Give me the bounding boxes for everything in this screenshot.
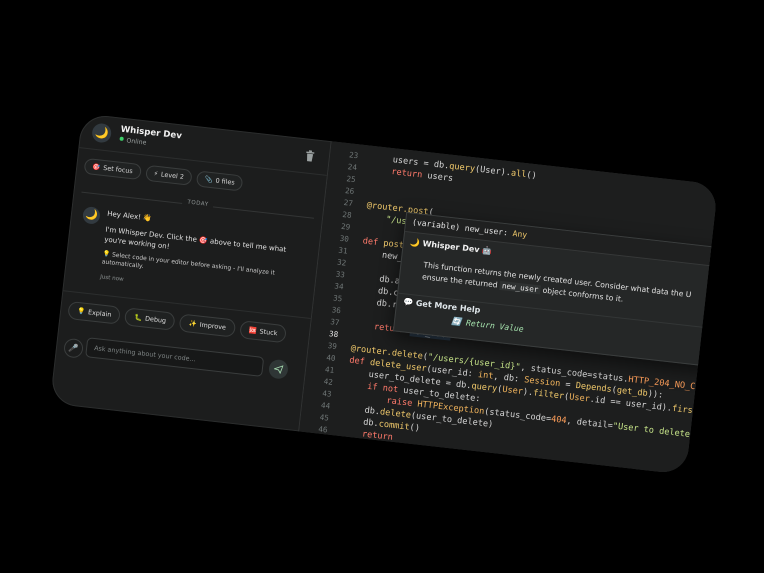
line-number: 41 — [324, 364, 335, 375]
line-number: 48 — [315, 448, 326, 459]
app-window: 🌙 Whisper Dev Online 🎯 Set focus ⚡ Level 2… — [49, 113, 719, 475]
send-icon — [273, 365, 284, 375]
line-number: 23 — [348, 150, 359, 161]
line-number: 26 — [344, 186, 355, 197]
line-number: 43 — [321, 388, 332, 399]
action-label: Improve — [199, 320, 227, 332]
line-number: 34 — [333, 281, 345, 292]
line-number: 33 — [335, 269, 346, 280]
line-number: 32 — [336, 257, 347, 268]
line-number: 44 — [320, 400, 331, 411]
code-editor[interactable]: 23 24 25 26 27 28 29 30 31 32 33 34 35 36 37 38 39 40 41 42… — [299, 141, 719, 475]
bug-icon: 🐛 — [133, 313, 143, 323]
sos-icon: 🆘 — [248, 326, 258, 336]
microphone-icon[interactable]: 🎤 — [63, 337, 85, 359]
lightbulb-icon: 💡 — [76, 306, 86, 316]
paperclip-icon: 📎 — [204, 175, 214, 185]
status-indicator: Online — [119, 136, 147, 147]
send-button[interactable] — [267, 358, 289, 380]
trash-icon[interactable] — [304, 149, 315, 162]
line-number: 37 — [329, 317, 341, 328]
action-label: Debug — [144, 314, 167, 325]
sparkles-icon: ✨ — [188, 319, 198, 329]
line-number: 28 — [341, 209, 353, 220]
debug-button[interactable]: 🐛 Debug — [124, 307, 176, 331]
line-number: 36 — [331, 305, 342, 316]
chat-panel: 🌙 Whisper Dev Online 🎯 Set focus ⚡ Level 2… — [49, 113, 332, 432]
chip-label: Level 2 — [160, 170, 185, 181]
target-icon: 🎯 — [91, 162, 101, 172]
online-dot-icon — [119, 136, 124, 142]
chip-label: Set focus — [102, 163, 134, 176]
line-number: 30 — [339, 233, 350, 244]
line-number: 42 — [323, 376, 334, 387]
line-number: 27 — [343, 197, 354, 208]
files-chip[interactable]: 📎 0 files — [195, 170, 244, 192]
line-number: 45 — [319, 412, 330, 423]
line-number: 29 — [340, 221, 351, 232]
chat-input[interactable] — [85, 337, 265, 377]
assistant-avatar-icon: 🌙 — [82, 206, 101, 225]
status-text: Online — [126, 137, 147, 147]
level-chip[interactable]: ⚡ Level 2 — [144, 164, 193, 186]
action-label: Stuck — [259, 327, 278, 338]
line-number: 38 — [328, 329, 339, 340]
moon-logo-icon: 🌙 — [91, 122, 113, 144]
stuck-button[interactable]: 🆘 Stuck — [238, 320, 288, 344]
line-number: 35 — [332, 293, 343, 304]
line-number: 24 — [347, 162, 358, 173]
assistant-message: Hey Alex! 👋 I'm Whisper Dev. Click the 🎯… — [100, 209, 303, 304]
lightning-icon: ⚡ — [153, 169, 159, 179]
line-number: 39 — [327, 341, 338, 352]
improve-button[interactable]: ✨ Improve — [178, 313, 236, 338]
app-window-stage: 🌙 Whisper Dev Online 🎯 Set focus ⚡ Level 2… — [49, 113, 719, 475]
chip-label: 0 files — [215, 176, 236, 187]
line-number: 25 — [345, 174, 357, 185]
explain-button[interactable]: 💡 Explain — [67, 300, 122, 325]
date-separator: TODAY — [181, 198, 214, 209]
hover-signature: (variable) new_user: Any — [405, 213, 719, 268]
line-number: 47 — [316, 436, 327, 447]
line-number: 31 — [337, 245, 349, 256]
set-focus-chip[interactable]: 🎯 Set focus — [83, 157, 142, 181]
line-number: 46 — [317, 424, 328, 435]
hover-tooltip: (variable) new_user: Any 🌙 Whisper Dev 🤖… — [392, 211, 719, 368]
line-number: 40 — [325, 353, 337, 363]
composer: 🎤 — [63, 333, 297, 387]
action-label: Explain — [87, 308, 112, 319]
